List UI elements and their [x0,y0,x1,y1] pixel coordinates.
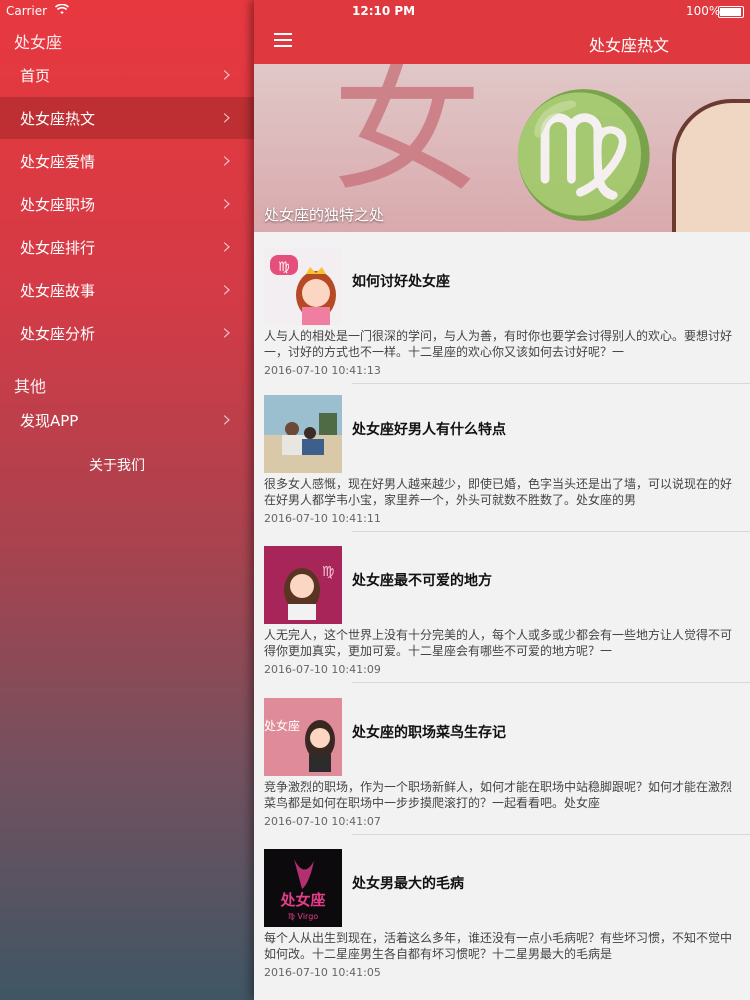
divider [352,682,750,683]
article-excerpt: 人与人的相处是一门很深的学问，与人为善，有时你也要学会讨得别人的欢心。要想讨好 … [264,328,750,360]
drawer-item-label: 处女座爱情 [20,153,96,171]
article-excerpt: 竞争激烈的职场，作为一个职场新鲜人，如何才能在职场中站稳脚跟呢？如何才能在激烈 … [264,779,750,811]
banner-decoration-glyph: 女 [332,64,483,213]
banner-caption: 处女座的独特之处 [264,206,385,224]
drawer-item-label: 处女座故事 [20,282,96,300]
article-excerpt-line: 得你更加真实，更加可爱。十二星座会有哪些不可爱的地方呢？一 [264,644,613,658]
drawer-item-label: 首页 [20,67,51,85]
chevron-right-icon: › [222,232,232,260]
side-drawer: 处女座 首页 › 处女座热文 › 处女座爱情 › 处女座职场 › 处女座排行 ›… [0,0,254,1000]
drawer-item-label: 发现APP [20,412,79,430]
clock: 12:10 PM [352,4,416,18]
drawer-item-hot-articles[interactable]: 处女座热文 › [0,97,254,139]
chevron-right-icon: › [222,146,232,174]
article-excerpt-line: 菜鸟都是如何在职场中一步步摸爬滚打的？一起看看吧。处女座 [264,796,601,810]
drawer-item-ranking[interactable]: 处女座排行 › [0,226,254,268]
article-title: 处女座好男人有什么特点 [352,422,506,438]
article-date: 2016-07-10 10:41:11 [264,512,381,525]
article-thumbnail: ♍ [264,546,342,624]
chevron-right-icon: › [222,275,232,303]
article-excerpt-line: 在好男人都学韦小宝，家里养一个，外头可就数不胜数了。处女座的男 [264,493,637,507]
list-item[interactable]: 处女座 处女座的职场菜鸟生存记 竞争激烈的职场，作为一个职场新鲜人，如何才能在职… [254,684,750,835]
status-bar: Carrier 12:10 PM 100% [0,0,750,22]
article-excerpt-line: 一，讨好的方式也不一样。十二星座的欢心你又该如何去讨好呢？一 [264,345,625,359]
article-date: 2016-07-10 10:41:13 [264,364,381,377]
chevron-right-icon: › [222,189,232,217]
drawer-item-label: 处女座职场 [20,196,96,214]
drawer-item-analysis[interactable]: 处女座分析 › [0,312,254,354]
page-title: 处女座热文 [589,36,670,55]
article-excerpt: 每个人从出生到现在，活着这么多年，谁还没有一点小毛病呢？有些坏习惯，不知不觉中 … [264,930,750,962]
list-item[interactable]: 处女座好男人有什么特点 很多女人感慨，现在好男人越来越少，即使已婚，色字当头还是… [254,381,750,532]
chevron-right-icon: › [222,318,232,346]
chevron-right-icon: › [222,405,232,433]
drawer-item-label: 处女座热文 [20,110,96,128]
article-excerpt-line: 人无完人，这个世界上没有十分完美的人，每个人或多或少都会有一些地方让人觉得不可 [264,628,733,642]
article-date: 2016-07-10 10:41:07 [264,815,381,828]
article-thumbnail: 处女座 [264,698,342,776]
article-excerpt-line: 如何改。十二星座男生各自都有坏习惯呢？十二星男最大的毛病是 [264,947,613,961]
article-date: 2016-07-10 10:41:09 [264,663,381,676]
banner-illustration [672,99,750,232]
battery-percent: 100% [686,4,721,18]
drawer-item-love[interactable]: 处女座爱情 › [0,140,254,182]
article-title: 处女男最大的毛病 [352,876,464,892]
article-thumbnail [264,395,342,473]
drawer-item-workplace[interactable]: 处女座职场 › [0,183,254,225]
section-title-main: 处女座 [14,33,63,52]
article-excerpt-line: 人与人的相处是一门很深的学问，与人为善，有时你也要学会讨得别人的欢心。要想讨好 [264,329,733,343]
chevron-right-icon: › [222,103,232,131]
article-excerpt: 人无完人，这个世界上没有十分完美的人，每个人或多或少都会有一些地方让人觉得不可 … [264,627,750,659]
about-us-link[interactable]: 关于我们 [0,455,234,475]
drawer-item-label: 处女座排行 [20,239,96,257]
carrier-label: Carrier [6,4,48,18]
section-title-other: 其他 [14,377,47,396]
drawer-item-discover-app[interactable]: 发现APP › [0,399,254,441]
article-title: 处女座的职场菜鸟生存记 [352,725,506,741]
virgo-symbol-icon: ♍ [509,86,659,225]
drawer-item-stories[interactable]: 处女座故事 › [0,269,254,311]
article-title: 处女座最不可爱的地方 [352,573,492,589]
battery-icon [718,6,744,18]
hamburger-menu-icon[interactable] [274,33,292,51]
wifi-icon [54,3,70,18]
article-excerpt-line: 很多女人感慨，现在好男人越来越少，即使已婚，色字当头还是出了墙，可以说现在的好 [264,477,733,491]
svg-text:处女座: 处女座 [279,891,325,909]
svg-text:♍: ♍ [278,260,290,275]
drawer-item-label: 处女座分析 [20,325,96,343]
article-date: 2016-07-10 10:41:05 [264,966,381,979]
article-excerpt-line: 每个人从出生到现在，活着这么多年，谁还没有一点小毛病呢？有些坏习惯，不知不觉中 [264,931,733,945]
list-item[interactable]: ♍ 如何讨好处女座 人与人的相处是一门很深的学问，与人为善，有时你也要学会讨得别… [254,233,750,384]
article-excerpt-line: 竞争激烈的职场，作为一个职场新鲜人，如何才能在职场中站稳脚跟呢？如何才能在激烈 [264,780,733,794]
svg-text:♍ Virgo: ♍ Virgo [288,912,318,921]
article-thumbnail: ♍ [264,247,342,325]
main-panel: 处女座热文 女 ♍ 处女座的独特之处 ♍ 如何讨好处女座 人与人的相处是一门很深… [254,0,750,1000]
drawer-item-home[interactable]: 首页 › [0,54,254,96]
chevron-right-icon: › [222,60,232,88]
list-item[interactable]: ♍ 处女座最不可爱的地方 人无完人，这个世界上没有十分完美的人，每个人或多或少都… [254,532,750,683]
hero-banner[interactable]: 女 ♍ 处女座的独特之处 [254,64,750,232]
article-thumbnail: 处女座 ♍ Virgo [264,849,342,927]
article-excerpt: 很多女人感慨，现在好男人越来越少，即使已婚，色字当头还是出了墙，可以说现在的好 … [264,476,750,508]
list-item[interactable]: 处女座 ♍ Virgo 处女男最大的毛病 每个人从出生到现在，活着这么多年，谁还… [254,835,750,985]
svg-text:处女座: 处女座 [264,718,300,733]
article-title: 如何讨好处女座 [352,274,450,290]
svg-text:♍: ♍ [322,564,335,580]
